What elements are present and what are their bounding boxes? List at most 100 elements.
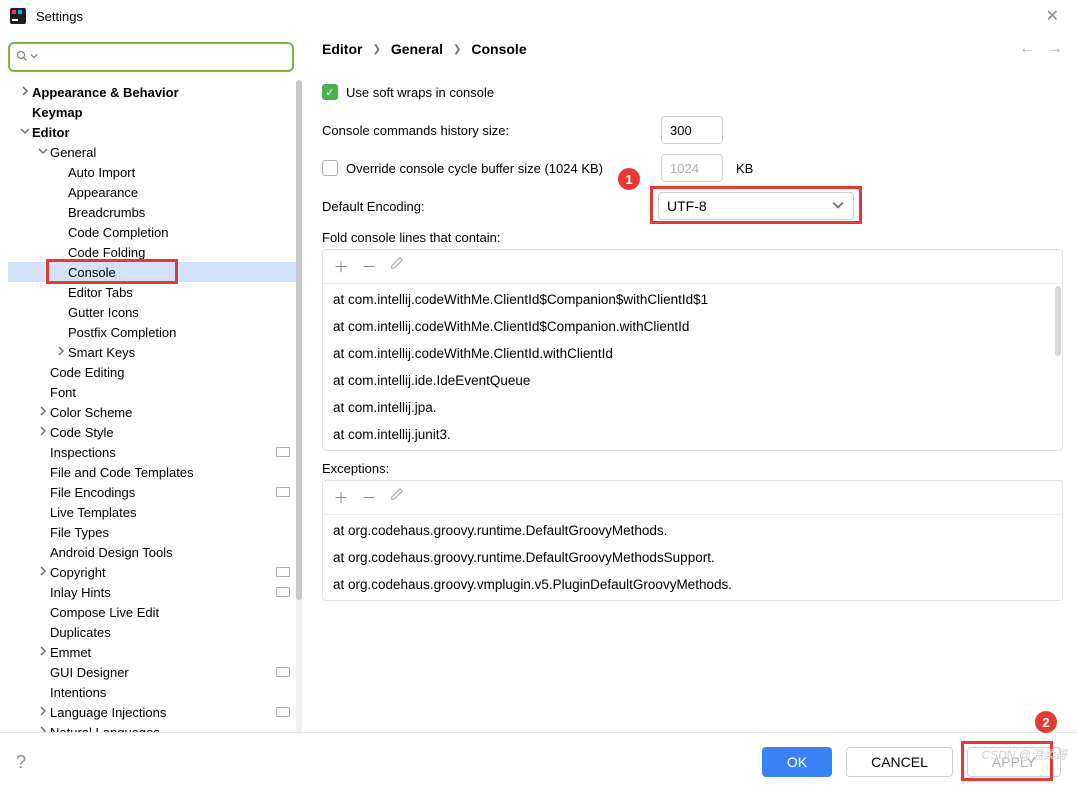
add-icon[interactable]: ＋: [333, 256, 349, 277]
help-icon[interactable]: ?: [16, 752, 26, 773]
tree-item-language-injections[interactable]: Language Injections: [8, 702, 300, 722]
list-item[interactable]: at com.intellij.codeWithMe.ClientId.with…: [323, 340, 1062, 367]
tree-item-smart-keys[interactable]: Smart Keys: [8, 342, 300, 362]
tree-item-android-design-tools[interactable]: Android Design Tools: [8, 542, 300, 562]
tree-item-label: Editor: [32, 125, 70, 140]
tree-item-label: Code Editing: [50, 365, 124, 380]
fold-lines-list: ＋ － at com.intellij.codeWithMe.ClientId$…: [322, 249, 1063, 451]
tree-item-label: Font: [50, 385, 76, 400]
tree-item-duplicates[interactable]: Duplicates: [8, 622, 300, 642]
tree-item-breadcrumbs[interactable]: Breadcrumbs: [8, 202, 300, 222]
tree-item-label: Auto Import: [68, 165, 135, 180]
edit-icon[interactable]: [389, 487, 405, 508]
list-item[interactable]: at com.intellij.ide.IdeEventQueue: [323, 367, 1062, 394]
list-item[interactable]: at com.intellij.junit3.: [323, 421, 1062, 448]
chevron-down-icon[interactable]: [36, 146, 50, 159]
list-item[interactable]: at org.codehaus.groovy.runtime.DefaultGr…: [323, 517, 1062, 544]
tree-item-file-and-code-templates[interactable]: File and Code Templates: [8, 462, 300, 482]
chevron-right-icon[interactable]: [36, 706, 50, 719]
tree-item-console[interactable]: Console: [8, 262, 300, 282]
tree-item-label: File Encodings: [50, 485, 135, 500]
tree-item-postfix-completion[interactable]: Postfix Completion: [8, 322, 300, 342]
tree-item-intentions[interactable]: Intentions: [8, 682, 300, 702]
annotation-callout-2: 2: [1035, 711, 1057, 733]
tree-item-gui-designer[interactable]: GUI Designer: [8, 662, 300, 682]
tree-item-appearance[interactable]: Appearance: [8, 182, 300, 202]
list-scrollbar[interactable]: [1055, 286, 1061, 356]
tree-item-code-editing[interactable]: Code Editing: [8, 362, 300, 382]
tree-item-compose-live-edit[interactable]: Compose Live Edit: [8, 602, 300, 622]
breadcrumb-item[interactable]: General: [391, 41, 443, 57]
override-buffer-checkbox[interactable]: [322, 160, 338, 176]
cancel-button[interactable]: CANCEL: [846, 747, 953, 777]
project-config-badge-icon: [276, 667, 290, 677]
list-item[interactable]: at com.intellij.codeWithMe.ClientId$Comp…: [323, 286, 1062, 313]
chevron-right-icon[interactable]: [36, 726, 50, 733]
search-history-caret-icon[interactable]: [30, 52, 38, 62]
list-item[interactable]: at com.intellij.codeWithMe.ClientId$Comp…: [323, 313, 1062, 340]
tree-item-label: Smart Keys: [68, 345, 135, 360]
list-item[interactable]: at org.codehaus.groovy.vmplugin.v5.Plugi…: [323, 571, 1062, 598]
window-title: Settings: [36, 9, 1038, 24]
ok-button[interactable]: OK: [762, 747, 832, 777]
tree-item-file-types[interactable]: File Types: [8, 522, 300, 542]
list-item[interactable]: at com.intellij.jpa.: [323, 394, 1062, 421]
tree-item-gutter-icons[interactable]: Gutter Icons: [8, 302, 300, 322]
tree-item-label: Android Design Tools: [50, 545, 173, 560]
edit-icon[interactable]: [389, 256, 405, 277]
annotation-red-box-encoding: [650, 186, 862, 224]
soft-wraps-checkbox[interactable]: ✓: [322, 84, 338, 100]
chevron-right-icon[interactable]: [18, 86, 32, 99]
tree-item-label: Compose Live Edit: [50, 605, 159, 620]
breadcrumb-item[interactable]: Editor: [322, 41, 362, 57]
tree-item-auto-import[interactable]: Auto Import: [8, 162, 300, 182]
tree-item-emmet[interactable]: Emmet: [8, 642, 300, 662]
fold-lines-label: Fold console lines that contain:: [322, 230, 1063, 245]
tree-item-label: Editor Tabs: [68, 285, 133, 300]
search-field-wrap[interactable]: [8, 42, 294, 72]
chevron-right-icon[interactable]: [36, 426, 50, 439]
tree-item-general[interactable]: General: [8, 142, 300, 162]
settings-tree[interactable]: Appearance & BehaviorKeymap Editor General…: [8, 82, 302, 732]
tree-item-copyright[interactable]: Copyright: [8, 562, 300, 582]
tree-item-code-completion[interactable]: Code Completion: [8, 222, 300, 242]
chevron-right-icon[interactable]: [36, 646, 50, 659]
settings-content: Editor ❯ General ❯ Console ← → ✓ Use sof…: [302, 32, 1077, 732]
tree-item-code-folding[interactable]: Code Folding: [8, 242, 300, 262]
tree-item-code-style[interactable]: Code Style: [8, 422, 300, 442]
tree-item-label: Intentions: [50, 685, 106, 700]
list-item[interactable]: at org.codehaus.groovy.runtime.DefaultGr…: [323, 544, 1062, 571]
title-bar: Settings ✕: [0, 0, 1077, 32]
chevron-right-icon[interactable]: [36, 406, 50, 419]
tree-item-editor[interactable]: Editor: [8, 122, 300, 142]
search-input[interactable]: [38, 48, 286, 67]
remove-icon[interactable]: －: [361, 256, 377, 277]
project-config-badge-icon: [276, 487, 290, 497]
annotation-callout-1: 1: [618, 168, 640, 190]
tree-item-label: Appearance: [68, 185, 138, 200]
chevron-down-icon[interactable]: [18, 126, 32, 139]
exceptions-list: ＋ － at org.codehaus.groovy.runtime.Defau…: [322, 480, 1063, 601]
remove-icon[interactable]: －: [361, 487, 377, 508]
tree-item-color-scheme[interactable]: Color Scheme: [8, 402, 300, 422]
add-icon[interactable]: ＋: [333, 487, 349, 508]
tree-item-appearance-behavior[interactable]: Appearance & Behavior: [8, 82, 300, 102]
tree-item-file-encodings[interactable]: File Encodings: [8, 482, 300, 502]
tree-item-inspections[interactable]: Inspections: [8, 442, 300, 462]
encoding-label: Default Encoding:: [322, 199, 658, 214]
close-icon[interactable]: ✕: [1038, 6, 1067, 26]
sidebar-scrollbar[interactable]: [296, 80, 302, 732]
nav-forward-icon[interactable]: →: [1047, 40, 1063, 58]
tree-item-editor-tabs[interactable]: Editor Tabs: [8, 282, 300, 302]
nav-back-icon[interactable]: ←: [1019, 40, 1035, 58]
tree-item-label: Natural Languages: [50, 725, 160, 733]
tree-item-keymap[interactable]: Keymap: [8, 102, 300, 122]
tree-item-font[interactable]: Font: [8, 382, 300, 402]
tree-item-natural-languages[interactable]: Natural Languages: [8, 722, 300, 732]
tree-item-inlay-hints[interactable]: Inlay Hints: [8, 582, 300, 602]
history-size-input[interactable]: [661, 116, 723, 144]
project-config-badge-icon: [276, 587, 290, 597]
tree-item-live-templates[interactable]: Live Templates: [8, 502, 300, 522]
chevron-right-icon[interactable]: [54, 346, 68, 359]
chevron-right-icon[interactable]: [36, 566, 50, 579]
